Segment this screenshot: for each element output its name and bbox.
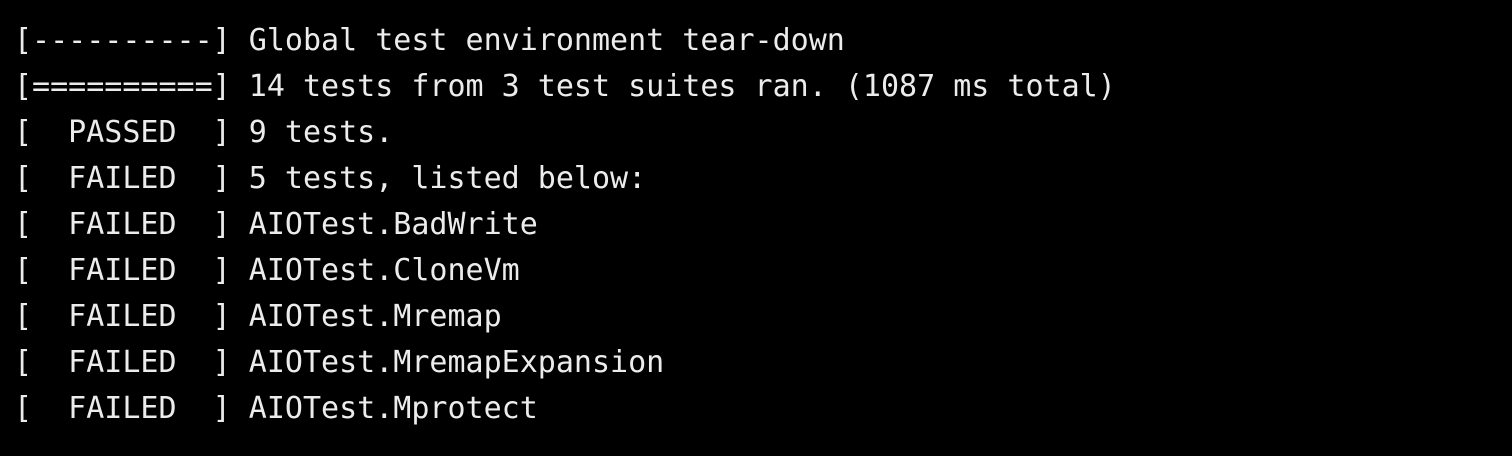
passed-tag: [ PASSED ]	[14, 115, 231, 150]
failed-test-name: AIOTest.Mremap	[230, 299, 502, 334]
separator-tag: [----------]	[14, 23, 231, 58]
failed-tag: [ FAILED ]	[14, 161, 231, 196]
failed-count: 5 tests, listed below:	[230, 161, 647, 196]
failed-test-name: AIOTest.MremapExpansion	[230, 345, 665, 380]
failed-tag: [ FAILED ]	[14, 253, 231, 288]
failed-tag: [ FAILED ]	[14, 299, 231, 334]
failed-tag: [ FAILED ]	[14, 391, 231, 426]
failed-test-line: [ FAILED ] AIOTest.Mremap	[14, 294, 1498, 340]
teardown-line: [----------] Global test environment tea…	[14, 18, 1498, 64]
summary-message: 14 tests from 3 test suites ran. (1087 m…	[230, 69, 1116, 104]
failed-test-line: [ FAILED ] AIOTest.Mprotect	[14, 386, 1498, 432]
failed-test-line: [ FAILED ] AIOTest.CloneVm	[14, 248, 1498, 294]
failed-summary-line: [ FAILED ] 5 tests, listed below:	[14, 156, 1498, 202]
terminal-output: [----------] Global test environment tea…	[14, 18, 1498, 432]
summary-tag: [==========]	[14, 69, 231, 104]
teardown-message: Global test environment tear-down	[230, 23, 845, 58]
failed-tag: [ FAILED ]	[14, 345, 231, 380]
passed-line: [ PASSED ] 9 tests.	[14, 110, 1498, 156]
failed-test-name: AIOTest.CloneVm	[230, 253, 520, 288]
failed-test-line: [ FAILED ] AIOTest.MremapExpansion	[14, 340, 1498, 386]
failed-test-name: AIOTest.Mprotect	[230, 391, 538, 426]
failed-test-name: AIOTest.BadWrite	[230, 207, 538, 242]
summary-line: [==========] 14 tests from 3 test suites…	[14, 64, 1498, 110]
passed-count: 9 tests.	[230, 115, 394, 150]
failed-tag: [ FAILED ]	[14, 207, 231, 242]
failed-test-line: [ FAILED ] AIOTest.BadWrite	[14, 202, 1498, 248]
